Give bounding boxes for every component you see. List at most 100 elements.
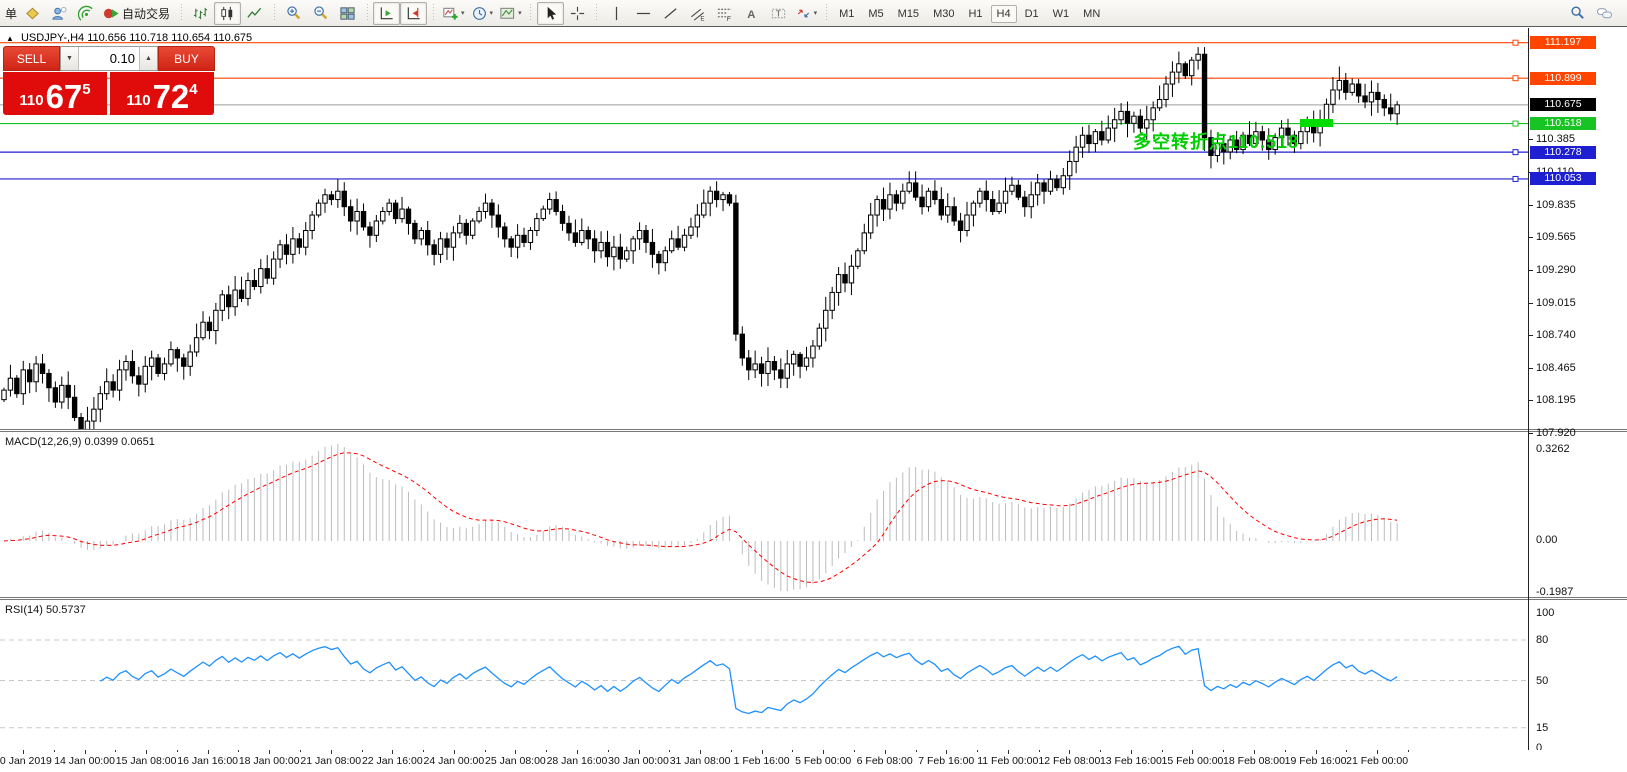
candle-body xyxy=(315,202,322,216)
candle-body xyxy=(868,214,874,234)
volume-increase-button[interactable]: ▲ xyxy=(139,47,157,70)
macd-indicator-pane[interactable] xyxy=(0,432,1528,597)
timeframe-button-m15[interactable]: M15 xyxy=(892,5,925,23)
community-icon[interactable] xyxy=(46,2,73,25)
price-axis-tick: 109.015 xyxy=(1536,296,1576,309)
time-axis-label: 14 Jan 00:00 xyxy=(54,755,115,767)
pane-separator[interactable] xyxy=(0,429,1627,430)
horizontal-level-line[interactable] xyxy=(0,175,1528,182)
timeframe-button-d1[interactable]: D1 xyxy=(1019,5,1045,23)
tile-windows-button[interactable] xyxy=(334,2,361,25)
candle-body xyxy=(213,309,219,332)
sell-price-button[interactable]: 110 67 5 xyxy=(3,72,107,115)
timeframe-button-w1[interactable]: W1 xyxy=(1047,5,1076,23)
buy-price-button[interactable]: 110 72 4 xyxy=(110,72,214,115)
line-chart-button[interactable] xyxy=(241,2,268,25)
shapes-tool-button[interactable]: ▾ xyxy=(792,2,821,25)
timeframe-button-h4[interactable]: H4 xyxy=(990,5,1017,23)
candle-body xyxy=(604,241,611,258)
candle-body xyxy=(303,230,309,248)
toolbar-separator xyxy=(365,4,370,22)
candle-body xyxy=(187,351,193,367)
candle-body xyxy=(1195,53,1201,61)
volume-input[interactable] xyxy=(79,47,139,70)
time-axis-label: 10 Jan 2019 xyxy=(0,755,52,767)
time-axis[interactable]: 10 Jan 201914 Jan 00:0015 Jan 08:0016 Ja… xyxy=(0,750,1627,772)
candle-body xyxy=(104,381,110,395)
candle-body xyxy=(502,226,508,240)
bar-chart-button[interactable] xyxy=(187,2,214,25)
candle-body xyxy=(1355,83,1362,97)
chart-shift-button[interactable] xyxy=(400,1,428,25)
svg-text:F: F xyxy=(726,16,730,22)
templates-button[interactable]: ▾ xyxy=(496,2,525,25)
new-order-icon[interactable] xyxy=(19,2,46,25)
timeframe-button-m1[interactable]: M1 xyxy=(833,5,860,23)
candle-body xyxy=(816,327,823,347)
buy-button[interactable]: BUY xyxy=(158,46,215,71)
collapse-panel-icon[interactable]: ▲ xyxy=(6,34,14,43)
pane-separator[interactable] xyxy=(0,597,1627,598)
candle-body xyxy=(174,349,181,359)
candle-body xyxy=(354,210,360,222)
fibonacci-tool-button[interactable]: F xyxy=(711,2,738,25)
time-axis-label: 31 Jan 08:00 xyxy=(669,755,731,767)
rsi-indicator-pane[interactable] xyxy=(0,600,1528,750)
horizontal-level-line[interactable] xyxy=(0,120,1528,127)
auto-scroll-button[interactable] xyxy=(373,1,401,25)
horizontal-level-line[interactable] xyxy=(0,75,1528,82)
toolbar-separator xyxy=(179,4,184,22)
candle-body xyxy=(784,363,790,379)
search-icon[interactable] xyxy=(1564,2,1591,25)
candlestick-chart-button[interactable] xyxy=(214,1,242,25)
new-order-label[interactable]: 单 xyxy=(5,5,17,22)
candle-body xyxy=(373,220,380,236)
dropdown-caret-icon: ▾ xyxy=(461,10,465,17)
candle-body xyxy=(758,363,765,374)
crosshair-tool-button[interactable] xyxy=(564,2,591,25)
horizontal-line-tool-button[interactable] xyxy=(630,2,657,25)
volume-decrease-button[interactable]: ▼ xyxy=(61,47,79,70)
add-indicator-button[interactable]: ▾ xyxy=(439,2,468,25)
main-toolbar: 单 自动交易 ▾ ▾ ▾ E F A T ▾ M1 M5 M15 M30 H1 … xyxy=(0,0,1627,27)
candle-body xyxy=(1015,184,1022,198)
sell-button[interactable]: SELL xyxy=(3,46,60,71)
candle-body xyxy=(412,222,418,240)
candle-body xyxy=(1323,103,1330,121)
timeframe-button-h1[interactable]: H1 xyxy=(962,5,988,23)
periods-button[interactable]: ▾ xyxy=(468,2,497,25)
zoom-out-button[interactable] xyxy=(307,2,334,25)
rsi-axis-label: 15 xyxy=(1536,721,1549,734)
rsi-axis-label: 50 xyxy=(1536,674,1549,687)
candle-body xyxy=(521,234,527,243)
candle-body xyxy=(649,241,656,255)
candle-body xyxy=(1099,131,1105,141)
cursor-tool-button[interactable] xyxy=(536,1,564,25)
chart-annotation-text[interactable]: 多空转折点110.518 xyxy=(1133,128,1299,154)
timeframe-button-m30[interactable]: M30 xyxy=(927,5,960,23)
candle-body xyxy=(514,234,521,248)
autotrade-button[interactable]: 自动交易 xyxy=(100,2,175,25)
candle-body xyxy=(232,289,238,308)
price-level-badge: 111.197 xyxy=(1530,36,1596,50)
trendline-tool-button[interactable] xyxy=(657,2,684,25)
candle-body xyxy=(457,222,463,234)
zoom-in-button[interactable] xyxy=(280,2,307,25)
candle-body xyxy=(84,420,91,429)
line-handle xyxy=(1512,120,1519,127)
candle-body xyxy=(989,199,996,212)
equidistant-channel-tool-button[interactable]: E xyxy=(684,2,711,25)
candle-body xyxy=(136,375,142,385)
vertical-line-tool-button[interactable] xyxy=(603,2,630,25)
price-chart[interactable] xyxy=(0,28,1528,429)
text-label-tool-button[interactable]: T xyxy=(765,2,792,25)
timeframe-button-mn[interactable]: MN xyxy=(1077,5,1106,23)
line-handle xyxy=(1512,175,1519,182)
signals-icon[interactable] xyxy=(73,2,100,25)
candle-body xyxy=(656,253,662,264)
timeframe-button-m5[interactable]: M5 xyxy=(862,5,889,23)
text-tool-button[interactable]: A xyxy=(738,2,765,25)
chat-icon[interactable] xyxy=(1591,2,1618,25)
candle-body xyxy=(855,250,861,267)
candle-body xyxy=(450,232,457,248)
